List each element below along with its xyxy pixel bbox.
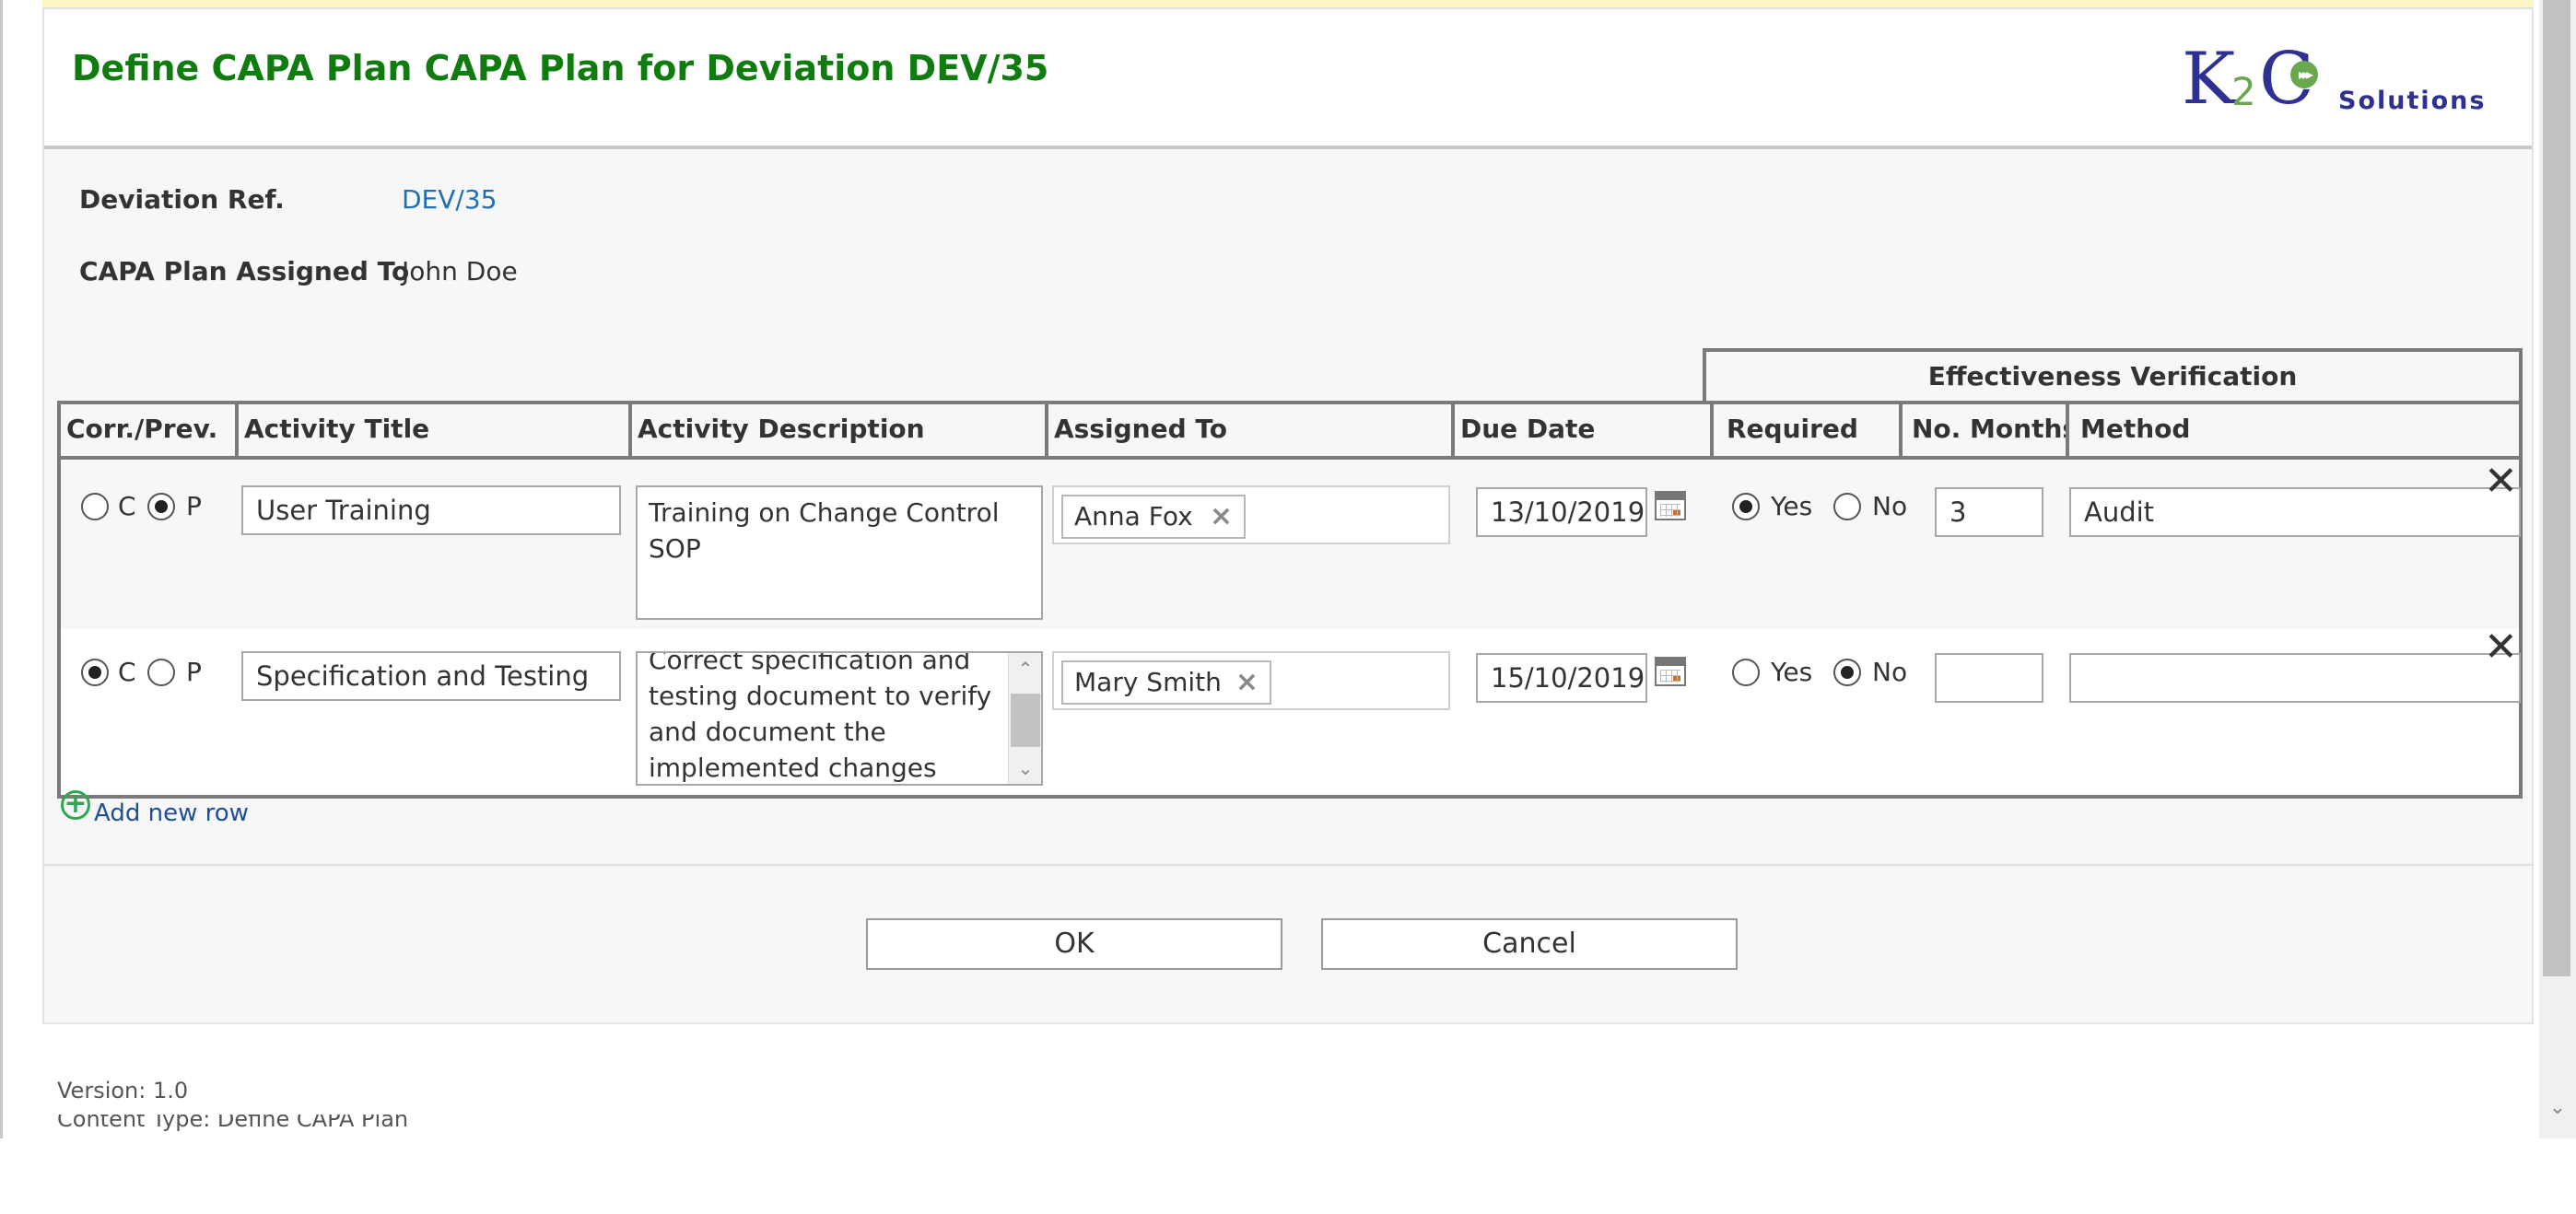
assigned-to-label: CAPA Plan Assigned To: [79, 256, 410, 286]
scroll-up-icon[interactable]: ⌃: [1009, 655, 1041, 683]
assigned-to-people-picker[interactable]: Mary Smith ×: [1052, 651, 1450, 710]
required-no-label: No: [1872, 491, 1908, 521]
left-edge-line: [0, 0, 3, 1138]
scroll-thumb[interactable]: [1011, 694, 1040, 747]
footer-divider: [44, 864, 2532, 866]
textarea-scrollbar[interactable]: ⌃ ⌄: [1008, 653, 1041, 784]
dialog-header: Define CAPA Plan CAPA Plan for Deviation…: [44, 9, 2532, 149]
due-date-input[interactable]: 15/10/2019: [1476, 653, 1647, 703]
preventive-radio[interactable]: [147, 493, 175, 520]
required-yes-radio[interactable]: [1732, 493, 1760, 520]
activity-description-textarea[interactable]: Correct specification and testing docume…: [636, 651, 1043, 786]
due-date-input[interactable]: 13/10/2019: [1476, 487, 1647, 537]
method-input[interactable]: Audit: [2069, 487, 2521, 537]
assignee-chip: Mary Smith ×: [1061, 660, 1271, 705]
col-corr-prev: Corr./Prev.: [61, 404, 239, 456]
corrective-radio[interactable]: [81, 493, 109, 520]
assigned-to-people-picker[interactable]: Anna Fox ×: [1052, 485, 1450, 544]
company-logo: K 2 C ▸▸▸ Solutions: [2182, 42, 2513, 125]
logo-solutions-text: Solutions: [2338, 87, 2487, 115]
col-activity-title: Activity Title: [239, 404, 632, 456]
effectiveness-verification-header: Effectiveness Verification: [1703, 348, 2523, 403]
add-circle-icon[interactable]: +: [61, 790, 90, 820]
page-title: Define CAPA Plan CAPA Plan for Deviation…: [72, 48, 1049, 88]
corrective-radio-label: C: [118, 657, 136, 687]
table-row: C P User Training Training on Change Con…: [61, 461, 2521, 629]
activity-title-input[interactable]: Specification and Testing: [241, 651, 621, 701]
activity-description-text: Correct specification and testing docume…: [649, 651, 992, 783]
table-row: C P Specification and Testing Correct sp…: [61, 627, 2521, 795]
col-method: Method: [2080, 414, 2191, 444]
cancel-button[interactable]: Cancel: [1321, 918, 1738, 970]
calendar-icon[interactable]: [1655, 491, 1686, 520]
deviation-ref-link[interactable]: DEV/35: [402, 184, 497, 215]
page-root: Define CAPA Plan CAPA Plan for Deviation…: [0, 0, 2576, 1214]
required-yes-label: Yes: [1771, 657, 1813, 687]
col-due-date: Due Date: [1455, 404, 1714, 456]
calendar-icon[interactable]: [1655, 657, 1686, 686]
capa-plan-dialog: Define CAPA Plan CAPA Plan for Deviation…: [42, 7, 2534, 1024]
version-text: Version: 1.0: [57, 1078, 189, 1103]
page-scrollbar[interactable]: ⌄: [2539, 0, 2576, 1138]
assignee-chip: Anna Fox ×: [1061, 495, 1246, 539]
remove-icon[interactable]: ×: [1210, 496, 1233, 537]
required-yes-radio[interactable]: [1732, 659, 1760, 686]
deviation-ref-label: Deviation Ref.: [79, 184, 285, 215]
ok-button[interactable]: OK: [866, 918, 1282, 970]
logo-digit-two: 2: [2231, 69, 2256, 114]
no-months-input[interactable]: 3: [1935, 487, 2043, 537]
col-required: Required: [1714, 404, 1903, 456]
corrective-radio[interactable]: [81, 659, 109, 686]
logo-arrows-icon: ▸▸▸: [2290, 61, 2318, 88]
activity-description-textarea[interactable]: Training on Change Control SOP: [636, 485, 1043, 620]
scroll-down-icon[interactable]: ⌄: [1009, 754, 1041, 782]
top-accent-bar: [42, 0, 2534, 7]
col-no-months: No. Months: [1903, 404, 2069, 456]
close-icon[interactable]: ✕: [2484, 627, 2518, 668]
capa-activities-grid: Corr./Prev. Activity Title Activity Desc…: [57, 401, 2523, 799]
page-scroll-down-icon[interactable]: ⌄: [2539, 1096, 2576, 1124]
page-scroll-thumb[interactable]: [2543, 0, 2570, 976]
content-type-text: Content Type: Define CAPA Plan: [57, 1115, 408, 1135]
remove-icon[interactable]: ×: [1235, 662, 1259, 703]
add-new-row-label[interactable]: Add new row: [94, 800, 249, 827]
required-yes-label: Yes: [1771, 491, 1813, 521]
required-no-radio[interactable]: [1833, 659, 1861, 686]
required-no-label: No: [1872, 657, 1908, 687]
method-input[interactable]: [2069, 653, 2521, 703]
preventive-radio-label: P: [186, 657, 202, 687]
content-type-value: Content Type: Define CAPA Plan: [57, 1115, 409, 1132]
corrective-radio-label: C: [118, 491, 136, 521]
grid-header-row: Corr./Prev. Activity Title Activity Desc…: [61, 404, 2519, 460]
activity-description-text: Training on Change Control SOP: [649, 497, 1000, 564]
logo-letter-k: K: [2182, 38, 2236, 121]
col-activity-description: Activity Description: [632, 404, 1048, 456]
preventive-radio-label: P: [186, 491, 202, 521]
assignee-name: Mary Smith: [1074, 667, 1222, 697]
required-no-radio[interactable]: [1833, 493, 1861, 520]
no-months-input[interactable]: [1935, 653, 2043, 703]
col-assigned-to: Assigned To: [1048, 404, 1455, 456]
preventive-radio[interactable]: [147, 659, 175, 686]
assigned-to-value: John Doe: [402, 256, 518, 286]
close-icon[interactable]: ✕: [2484, 461, 2518, 502]
activity-title-input[interactable]: User Training: [241, 485, 621, 535]
assignee-name: Anna Fox: [1074, 501, 1193, 531]
